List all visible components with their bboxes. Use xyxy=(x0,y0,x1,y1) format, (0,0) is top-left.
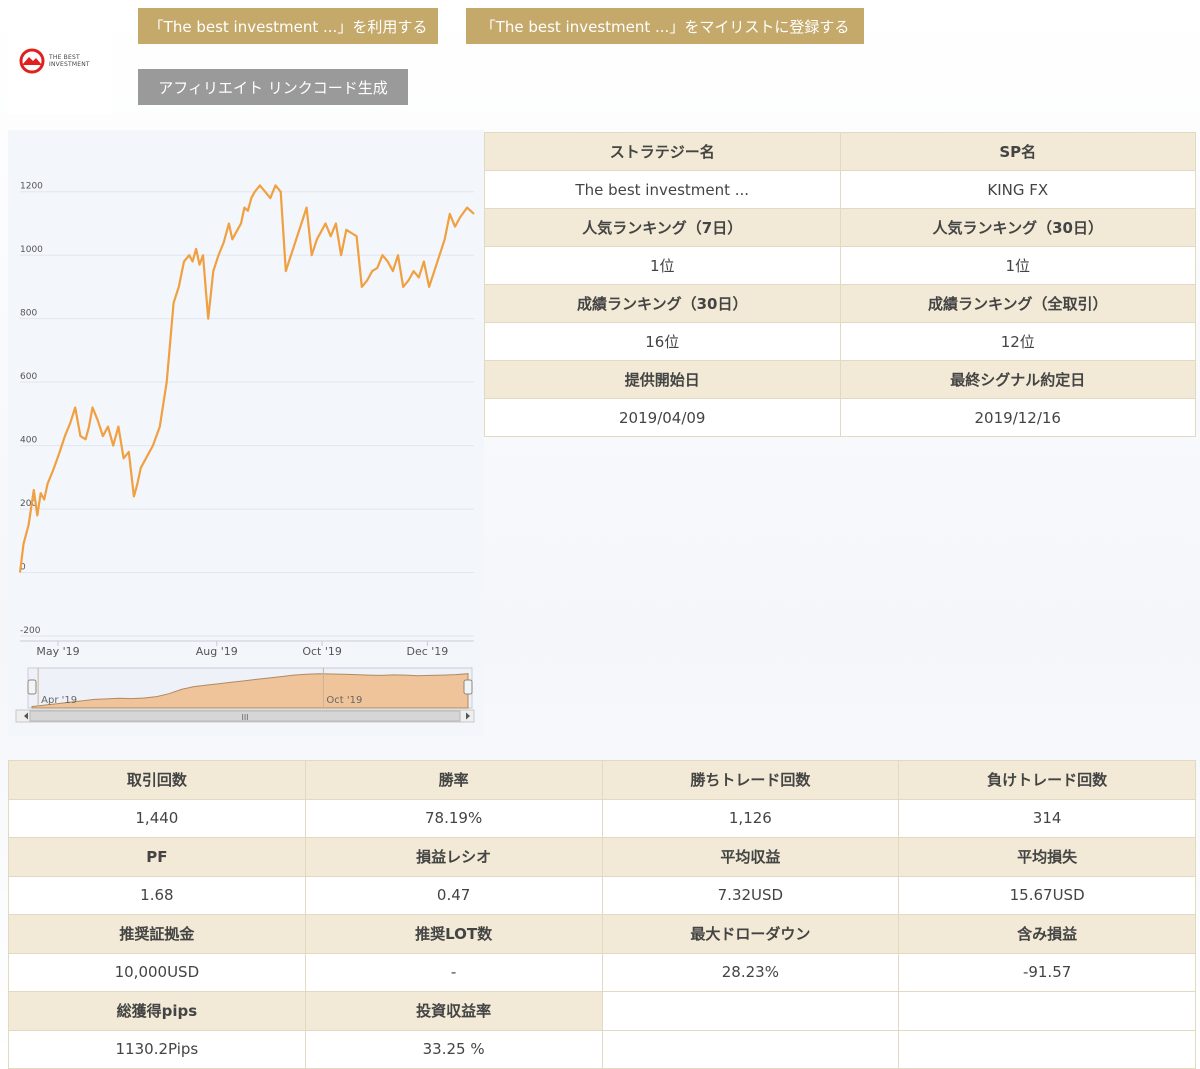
win-trades-value: 1,126 xyxy=(601,798,900,838)
popular-rank-7d-value: 1位 xyxy=(484,246,841,285)
x-tick-label: May '19 xyxy=(36,645,79,658)
y-tick-label: -200 xyxy=(20,626,41,636)
total-pips-label: 総獲得pips xyxy=(8,991,306,1031)
recommended-margin-label: 推奨証拠金 xyxy=(8,914,306,954)
performance-rank-all-label: 成績ランキング（全取引） xyxy=(839,284,1196,323)
popular-rank-7d-label: 人気ランキング（7日） xyxy=(484,208,841,247)
recommended-lot-value: - xyxy=(304,952,603,992)
max-drawdown-label: 最大ドローダウン xyxy=(601,914,900,954)
last-signal-date-value: 2019/12/16 xyxy=(839,398,1196,437)
roi-value: 33.25 % xyxy=(304,1029,603,1069)
x-tick-label: Dec '19 xyxy=(406,645,448,658)
performance-rank-30d-label: 成績ランキング（30日） xyxy=(484,284,841,323)
y-tick-label: 1200 xyxy=(20,182,43,192)
logo-mark-icon xyxy=(19,48,45,74)
unrealized-pl-label: 含み損益 xyxy=(898,914,1196,954)
pf-value: 1.68 xyxy=(8,875,306,915)
empty-cell xyxy=(898,1029,1196,1069)
strategy-name-value: The best investment ... xyxy=(484,170,841,209)
pf-label: PF xyxy=(8,837,306,877)
performance-rank-all-value: 12位 xyxy=(839,322,1196,361)
performance-chart[interactable]: -200 0 200 400 600 800 1000 1200 May '19 Aug '19 O… xyxy=(8,130,484,736)
average-loss-label: 平均損失 xyxy=(898,837,1196,877)
start-date-value: 2019/04/09 xyxy=(484,398,841,437)
max-drawdown-value: 28.23% xyxy=(601,952,900,992)
navigator-tick-label: Oct '19 xyxy=(326,695,362,706)
profit-loss-ratio-value: 0.47 xyxy=(304,875,603,915)
add-to-mylist-button[interactable]: 「The best investment ...」をマイリストに登録する xyxy=(466,8,864,44)
chart-canvas: -200020040060080010001200May '19 Aug '19 O… xyxy=(15,182,475,723)
sp-name-value: KING FX xyxy=(839,170,1196,209)
performance-rank-30d-value: 16位 xyxy=(484,322,841,361)
loss-trades-value: 314 xyxy=(898,798,1196,838)
y-tick-label: 800 xyxy=(20,309,37,319)
popular-rank-30d-label: 人気ランキング（30日） xyxy=(839,208,1196,247)
profit-loss-ratio-label: 損益レシオ xyxy=(304,837,603,877)
strategy-info-table: ストラテジー名 SP名 The best investment ... KING… xyxy=(484,132,1196,437)
empty-cell xyxy=(898,991,1196,1031)
win-rate-label: 勝率 xyxy=(304,760,603,800)
recommended-lot-label: 推奨LOT数 xyxy=(304,914,603,954)
affiliate-link-button[interactable]: アフィリエイト リンクコード生成 xyxy=(138,69,408,105)
unrealized-pl-value: -91.57 xyxy=(898,952,1196,992)
y-tick-label: 1000 xyxy=(20,245,43,255)
use-strategy-button[interactable]: 「The best investment ...」を利用する xyxy=(138,8,438,44)
win-rate-value: 78.19% xyxy=(304,798,603,838)
loss-trades-label: 負けトレード回数 xyxy=(898,760,1196,800)
average-profit-value: 7.32USD xyxy=(601,875,900,915)
logo[interactable]: THE BEST INVESTMENT xyxy=(8,8,112,114)
trade-count-value: 1,440 xyxy=(8,798,306,838)
start-date-label: 提供開始日 xyxy=(484,360,841,399)
strategy-name-label: ストラテジー名 xyxy=(484,132,841,171)
empty-cell xyxy=(601,991,900,1031)
scrollbar-grip-icon: III xyxy=(241,713,248,722)
navigator-handle[interactable] xyxy=(27,679,37,695)
sp-name-label: SP名 xyxy=(839,132,1196,171)
win-trades-label: 勝ちトレード回数 xyxy=(601,760,900,800)
trade-stats-table: 取引回数 勝率 勝ちトレード回数 負けトレード回数 1,440 78.19% 1… xyxy=(8,760,1196,1069)
logo-text: THE BEST INVESTMENT xyxy=(49,54,90,68)
total-pips-value: 1130.2Pips xyxy=(8,1029,306,1069)
x-tick-label: Oct '19 xyxy=(302,645,342,658)
equity-series-line xyxy=(18,184,475,573)
y-tick-label: 400 xyxy=(20,436,37,446)
last-signal-date-label: 最終シグナル約定日 xyxy=(839,360,1196,399)
navigator-tick-label: Apr '19 xyxy=(41,695,77,706)
trade-count-label: 取引回数 xyxy=(8,760,306,800)
popular-rank-30d-value: 1位 xyxy=(839,246,1196,285)
average-loss-value: 15.67USD xyxy=(898,875,1196,915)
y-tick-label: 600 xyxy=(20,372,37,382)
navigator-handle[interactable] xyxy=(463,679,473,695)
x-tick-label: Aug '19 xyxy=(196,645,238,658)
recommended-margin-value: 10,000USD xyxy=(8,952,306,992)
average-profit-label: 平均収益 xyxy=(601,837,900,877)
empty-cell xyxy=(601,1029,900,1069)
roi-label: 投資収益率 xyxy=(304,991,603,1031)
